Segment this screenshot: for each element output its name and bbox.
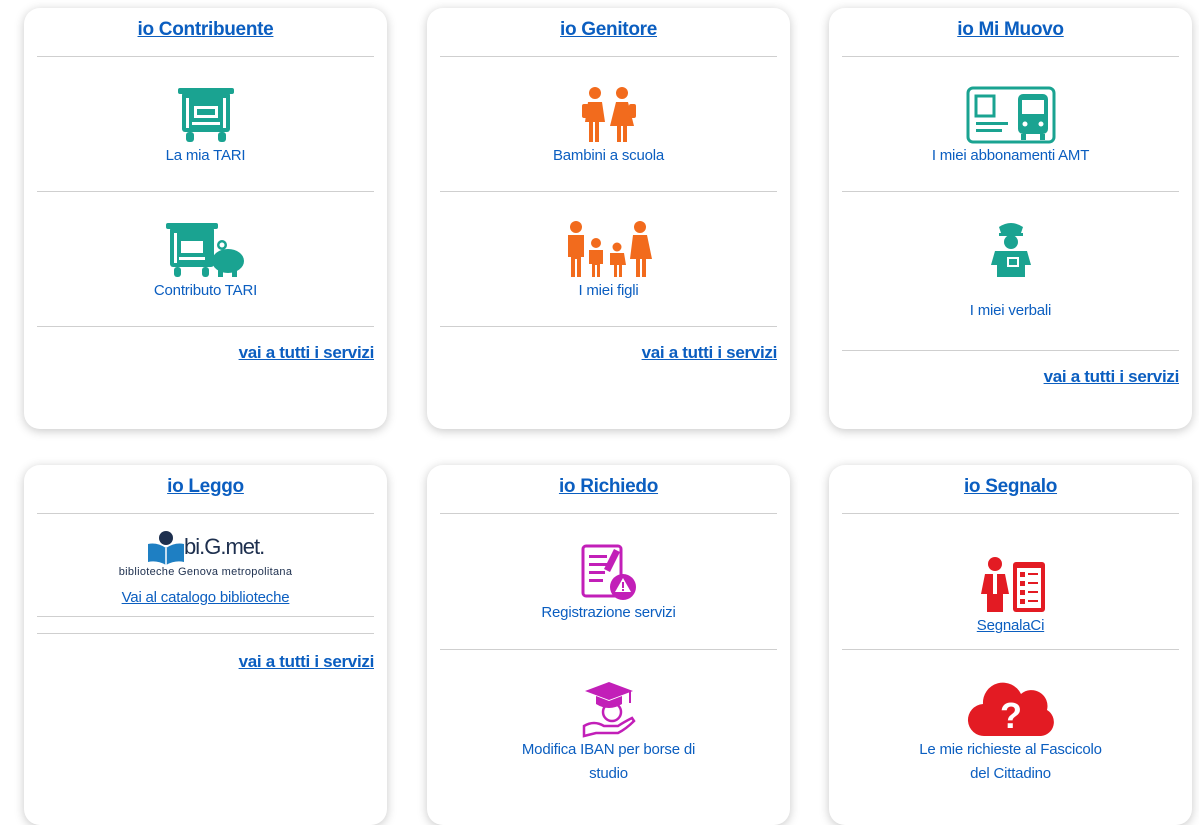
service-label: SegnalaCi xyxy=(976,617,1045,634)
reporter-clipboard-icon xyxy=(980,557,1045,612)
schoolchildren-icon xyxy=(581,87,636,142)
service-abbonamenti-amt[interactable]: I miei abbonamenti AMT xyxy=(829,57,1192,191)
garbage-bin-icon xyxy=(177,88,234,142)
bus-pass-icon xyxy=(966,86,1055,144)
card-title-segnalo[interactable]: io Segnalo xyxy=(829,477,1192,513)
service-i-miei-verbali[interactable]: I miei verbali xyxy=(829,192,1192,350)
service-catalogo-biblioteche[interactable]: bi.G.met. biblioteche Genova metropolita… xyxy=(24,514,387,616)
service-registrazione-servizi[interactable]: Registrazione servizi xyxy=(427,514,790,649)
all-services-link[interactable]: vai a tutti i servizi xyxy=(427,343,778,363)
bigmet-name: bi.G.met. xyxy=(184,534,265,559)
card-io-leggo: io Leggo bi.G.met. biblioteche Genova me… xyxy=(24,465,387,825)
service-contributo-tari[interactable]: Contributo TARI xyxy=(24,192,387,326)
bigmet-logo: bi.G.met. biblioteche Genova metropolita… xyxy=(24,530,387,580)
all-services-link[interactable]: vai a tutti i servizi xyxy=(24,652,375,672)
bin-piggy-bank-icon xyxy=(165,223,244,277)
service-bambini-a-scuola[interactable]: Bambini a scuola xyxy=(427,57,790,191)
service-fascicolo-cittadino[interactable]: ? Le mie richieste al Fascicolo del Citt… xyxy=(829,650,1192,810)
divider xyxy=(440,326,777,327)
card-title-genitore[interactable]: io Genitore xyxy=(427,20,790,56)
service-label: I miei figli xyxy=(578,282,639,299)
service-label: Bambini a scuola xyxy=(552,147,665,164)
card-io-contribuente: io Contribuente La mia TARI Contributo T… xyxy=(24,8,387,429)
form-warning-icon xyxy=(581,544,636,600)
service-la-mia-tari[interactable]: La mia TARI xyxy=(24,57,387,191)
card-title-richiedo[interactable]: io Richiedo xyxy=(427,477,790,513)
service-segnalaci[interactable]: SegnalaCi xyxy=(829,514,1192,649)
service-label: Contributo TARI xyxy=(153,282,258,299)
all-services-link[interactable]: vai a tutti i servizi xyxy=(24,343,375,363)
card-title-mi-muovo[interactable]: io Mi Muovo xyxy=(829,20,1192,56)
service-label: I miei abbonamenti AMT xyxy=(931,147,1090,164)
service-label: Le mie richieste al Fascicolo del Cittad… xyxy=(919,741,1102,782)
all-services-link[interactable]: vai a tutti i servizi xyxy=(829,367,1180,387)
scholarship-hand-icon xyxy=(582,682,636,738)
card-io-richiedo: io Richiedo Registrazione servizi Modifi… xyxy=(427,465,790,825)
service-i-miei-figli[interactable]: I miei figli xyxy=(427,192,790,326)
card-io-genitore: io Genitore Bambini a scuola I miei figl… xyxy=(427,8,790,429)
service-label: Vai al catalogo biblioteche xyxy=(121,589,290,606)
service-label: Registrazione servizi xyxy=(541,604,676,621)
divider xyxy=(37,633,374,634)
service-label: I miei verbali xyxy=(969,302,1052,319)
family-icon xyxy=(567,221,652,277)
card-io-segnalo: io Segnalo SegnalaCi ? Le mie richieste xyxy=(829,465,1192,825)
service-modifica-iban[interactable]: Modifica IBAN per borse di studio xyxy=(427,650,790,810)
svg-text:?: ? xyxy=(1000,695,1022,736)
card-title-contribuente[interactable]: io Contribuente xyxy=(24,20,387,56)
cloud-question-icon: ? xyxy=(967,682,1054,737)
card-title-leggo[interactable]: io Leggo xyxy=(24,477,387,513)
divider xyxy=(842,350,1179,351)
traffic-officer-icon xyxy=(990,223,1031,277)
bigmet-tagline: biblioteche Genova metropolitana xyxy=(118,566,293,578)
service-label: Modifica IBAN per borse di studio xyxy=(521,741,696,782)
card-io-mi-muovo: io Mi Muovo I miei abbonamenti AMT I mie… xyxy=(829,8,1192,429)
service-label: La mia TARI xyxy=(165,147,246,164)
book-reader-icon xyxy=(148,531,184,565)
divider xyxy=(37,326,374,327)
